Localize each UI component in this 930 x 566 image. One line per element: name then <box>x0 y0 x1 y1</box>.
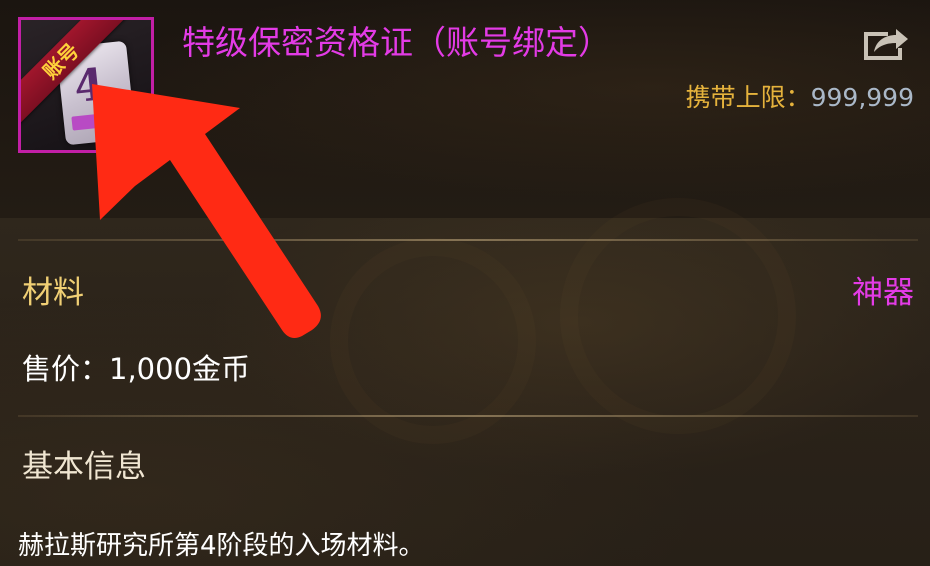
carry-limit: 携带上限：999,999 <box>686 78 914 114</box>
carry-limit-value: 999,999 <box>810 83 914 112</box>
section-divider <box>18 415 918 417</box>
item-icon[interactable]: 4 账号 <box>18 17 154 153</box>
item-card-stripe <box>71 111 127 131</box>
item-name: 特级保密资格证（账号绑定） <box>182 23 611 62</box>
item-price: 售价：1,000金币 <box>22 352 251 386</box>
background-texture <box>560 198 796 434</box>
section-divider <box>18 239 918 241</box>
background-texture <box>330 238 536 444</box>
carry-limit-label: 携带上限： <box>685 83 811 112</box>
share-export-icon <box>864 29 908 60</box>
tooltip-body <box>0 198 930 566</box>
item-tooltip: 4 账号 特级保密资格证（账号绑定） 携带上限：999,999 材料 神器 售价… <box>0 0 930 566</box>
item-rarity: 神器 <box>852 275 914 311</box>
basic-info-heading: 基本信息 <box>22 449 146 485</box>
share-button[interactable] <box>858 22 910 64</box>
item-card-number: 4 <box>71 59 108 114</box>
item-description: 赫拉斯研究所第4阶段的入场材料。 <box>18 531 425 561</box>
item-category: 材料 <box>22 275 84 311</box>
